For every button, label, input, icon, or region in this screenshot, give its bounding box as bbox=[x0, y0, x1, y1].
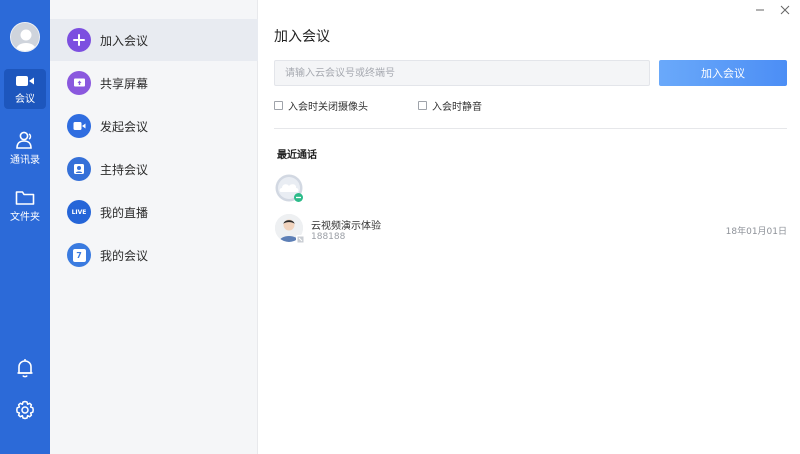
device-icon bbox=[297, 236, 304, 243]
menu-item-host-meeting[interactable]: 主持会议 bbox=[50, 148, 258, 190]
divider bbox=[274, 128, 787, 129]
menu-item-label: 共享屏幕 bbox=[100, 76, 149, 91]
left-rail: 会议 通讯录 文件夹 bbox=[0, 0, 50, 454]
option-camera-off[interactable]: 入会时关闭摄像头 bbox=[274, 98, 368, 113]
rail-item-label: 会议 bbox=[15, 93, 35, 105]
notification-button[interactable] bbox=[14, 357, 36, 379]
camera-off-checkbox[interactable] bbox=[274, 101, 283, 110]
gear-icon bbox=[16, 400, 34, 420]
menu-item-label: 我的会议 bbox=[100, 248, 149, 263]
cloud-icon bbox=[275, 174, 303, 202]
option-mute[interactable]: 入会时静音 bbox=[418, 98, 482, 113]
menu-item-label: 主持会议 bbox=[100, 162, 149, 177]
user-avatar[interactable] bbox=[10, 22, 40, 52]
option-label: 入会时关闭摄像头 bbox=[288, 102, 368, 113]
menu-item-label: 加入会议 bbox=[100, 33, 149, 48]
rail-item-contacts[interactable]: 通讯录 bbox=[4, 128, 46, 168]
rail-item-meeting[interactable]: 会议 bbox=[4, 69, 46, 109]
video-icon bbox=[67, 114, 91, 138]
live-icon-text: LIVE bbox=[71, 208, 87, 216]
page-title: 加入会议 bbox=[274, 29, 330, 45]
minimize-icon bbox=[756, 9, 764, 11]
cloud-avatar[interactable] bbox=[275, 174, 303, 202]
share-screen-icon bbox=[67, 71, 91, 95]
contact-id: 188188 bbox=[311, 232, 346, 242]
recent-calls-title: 最近通话 bbox=[277, 150, 317, 161]
contact-date: 18年01月01日 bbox=[725, 227, 787, 237]
bell-icon bbox=[17, 359, 33, 378]
menu-item-my-live[interactable]: LIVE 我的直播 bbox=[50, 191, 258, 233]
main-panel: 加入会议 加入会议 入会时关闭摄像头 入会时静音 最近通话 bbox=[258, 0, 800, 454]
rail-item-folder[interactable]: 文件夹 bbox=[4, 186, 46, 226]
menu-item-share-screen[interactable]: 共享屏幕 bbox=[50, 62, 258, 104]
join-meeting-button[interactable]: 加入会议 bbox=[659, 60, 787, 86]
menu-item-label: 发起会议 bbox=[100, 119, 149, 134]
rail-item-label: 文件夹 bbox=[10, 211, 40, 223]
menu-item-join-meeting[interactable]: 加入会议 bbox=[50, 19, 258, 61]
video-camera-icon bbox=[16, 75, 34, 86]
menu-item-start-meeting[interactable]: 发起会议 bbox=[50, 105, 258, 147]
mute-checkbox[interactable] bbox=[418, 101, 427, 110]
close-icon bbox=[780, 5, 790, 15]
calendar-icon: 7 bbox=[67, 243, 91, 267]
app-window: 会议 通讯录 文件夹 加入会议 共享屏幕 发起会议 主持会议 LIVE 我的直播… bbox=[0, 0, 800, 454]
user-avatar-icon bbox=[11, 23, 39, 51]
minimize-button[interactable] bbox=[753, 2, 767, 16]
option-label: 入会时静音 bbox=[432, 102, 482, 113]
contact-badge bbox=[296, 235, 305, 244]
rail-item-label: 通讯录 bbox=[10, 154, 40, 166]
contacts-icon bbox=[16, 131, 32, 149]
settings-button[interactable] bbox=[14, 399, 36, 421]
close-button[interactable] bbox=[778, 2, 792, 16]
folder-icon bbox=[15, 190, 35, 205]
calendar-day: 7 bbox=[72, 248, 86, 262]
recent-call-item[interactable]: 云视频演示体验 188188 18年01月01日 bbox=[275, 214, 787, 246]
host-icon bbox=[67, 157, 91, 181]
plus-icon bbox=[67, 28, 91, 52]
meeting-number-input[interactable] bbox=[274, 60, 650, 86]
meeting-menu: 加入会议 共享屏幕 发起会议 主持会议 LIVE 我的直播 7 我的会议 bbox=[50, 0, 258, 454]
menu-item-my-meetings[interactable]: 7 我的会议 bbox=[50, 234, 258, 276]
contact-name: 云视频演示体验 bbox=[311, 221, 381, 232]
menu-item-label: 我的直播 bbox=[100, 205, 149, 220]
live-icon: LIVE bbox=[67, 200, 91, 224]
